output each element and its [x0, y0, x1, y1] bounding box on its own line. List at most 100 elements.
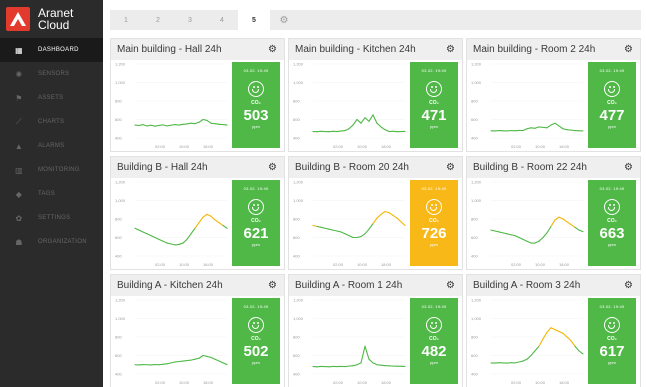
co2-line-segment	[154, 236, 160, 240]
tab-3[interactable]: 3	[174, 10, 206, 30]
y-tick-label: 600	[293, 117, 300, 122]
sidebar-item-organization[interactable]: ☗ ORGANIZATION	[0, 230, 103, 254]
co2-line-segment	[558, 125, 564, 130]
tab-2[interactable]: 2	[142, 10, 174, 30]
co2-line-segment	[142, 231, 148, 235]
y-tick-label: 800	[293, 99, 300, 104]
co2-label: CO₂	[429, 336, 439, 342]
reading-time: 03.02. 19:49	[599, 186, 625, 191]
card-settings-gear-icon[interactable]: ⚙	[624, 44, 633, 55]
co2-unit: ppm	[430, 124, 438, 129]
card-settings-gear-icon[interactable]: ⚙	[624, 162, 633, 173]
tabs-settings-gear-icon[interactable]: ⚙	[270, 10, 298, 30]
sidebar-item-label: SENSORS	[38, 71, 70, 77]
card-header: Building B - Room 20 24h ⚙	[289, 157, 462, 178]
co2-reading-tile[interactable]: 03.02. 19:49 CO₂ 502 ppm	[232, 298, 280, 384]
y-tick-label: 600	[471, 353, 478, 358]
co2-reading-tile[interactable]: 03.02. 19:49 CO₂ 471 ppm	[410, 62, 458, 148]
card-settings-gear-icon[interactable]: ⚙	[446, 162, 455, 173]
co2-line-segment	[194, 121, 200, 125]
sidebar-item-charts[interactable]: ⟋ CHARTS	[0, 110, 103, 134]
card-body: 1,200 1,000 800 600 400 02:00 10:00 18:00 03.02.…	[289, 178, 462, 270]
co2-line-segment	[364, 228, 370, 235]
co2-label: CO₂	[251, 218, 261, 224]
co2-line-segment	[498, 231, 504, 234]
co2-line-segment	[336, 230, 342, 233]
sensor-card[interactable]: Main building - Hall 24h ⚙ 1,200 1,000 800 60…	[110, 38, 285, 152]
co2-line-segment	[138, 124, 144, 127]
brand-name: Aranet Cloud	[38, 7, 73, 31]
card-settings-gear-icon[interactable]: ⚙	[268, 280, 277, 291]
co2-line-segment	[574, 226, 580, 231]
co2-line-segment	[514, 235, 520, 239]
card-settings-gear-icon[interactable]: ⚙	[446, 44, 455, 55]
co2-chart: 1,200 1,000 800 600 400 02:00 10:00 18:00	[111, 60, 231, 152]
sensor-card[interactable]: Building A - Room 3 24h ⚙ 1,200 1,000 800 600…	[466, 274, 641, 387]
sidebar-item-sensors[interactable]: ✺ SENSORS	[0, 62, 103, 86]
y-tick-label: 600	[115, 235, 122, 240]
co2-line-segment	[570, 340, 576, 347]
tab-1[interactable]: 1	[110, 10, 142, 30]
co2-chart-svg: 1,200 1,000 800 600 400 02:00 10:00 18:00	[115, 180, 228, 267]
co2-value: 663	[599, 225, 625, 242]
co2-line-segment	[376, 213, 382, 219]
co2-reading-tile[interactable]: 03.02. 19:49 CO₂ 621 ppm	[232, 180, 280, 266]
co2-line-segment	[546, 327, 552, 333]
x-tick-label: 18:00	[203, 144, 214, 149]
sidebar-item-alarms[interactable]: ▲ ALARMS	[0, 134, 103, 158]
tab-4[interactable]: 4	[206, 10, 238, 30]
co2-unit: ppm	[430, 242, 438, 247]
x-tick-label: 18:00	[559, 380, 570, 385]
sidebar-item-label: SETTINGS	[38, 215, 71, 221]
co2-line-segment	[186, 122, 192, 125]
sidebar-item-settings[interactable]: ✿ SETTINGS	[0, 206, 103, 230]
sensor-card[interactable]: Building A - Room 1 24h ⚙ 1,200 1,000 800 600…	[288, 274, 463, 387]
sensor-card[interactable]: Building B - Room 20 24h ⚙ 1,200 1,000 800 60…	[288, 156, 463, 270]
tab-5[interactable]: 5	[238, 10, 270, 30]
y-tick-label: 1,000	[471, 80, 482, 85]
brand-line2: Cloud	[38, 18, 70, 32]
smiley-face-icon	[248, 81, 264, 97]
co2-line-segment	[202, 213, 208, 218]
co2-line-segment	[348, 235, 354, 239]
card-settings-gear-icon[interactable]: ⚙	[268, 162, 277, 173]
sidebar-item-monitoring[interactable]: ▥ MONITORING	[0, 158, 103, 182]
dashboard-icon: ▦	[15, 45, 23, 55]
co2-line-segment	[134, 227, 140, 231]
co2-line-segment	[150, 235, 156, 239]
co2-line-segment	[384, 129, 390, 133]
co2-chart: 1,200 1,000 800 600 400 02:00 10:00 18:00	[111, 296, 231, 387]
y-tick-label: 800	[293, 335, 300, 340]
co2-line-segment	[198, 354, 204, 359]
sensor-card[interactable]: Main building - Room 2 24h ⚙ 1,200 1,000 800…	[466, 38, 641, 152]
co2-chart-svg: 1,200 1,000 800 600 400 02:00 10:00 18:00	[471, 298, 584, 385]
sidebar-item-label: CHARTS	[38, 119, 65, 125]
co2-line-segment	[550, 219, 556, 227]
co2-reading-tile[interactable]: 03.02. 19:49 CO₂ 482 ppm	[410, 298, 458, 384]
card-settings-gear-icon[interactable]: ⚙	[268, 44, 277, 55]
co2-reading-tile[interactable]: 03.02. 19:49 CO₂ 726 ppm	[410, 180, 458, 266]
sidebar-item-dashboard[interactable]: ▦ DASHBOARD	[0, 38, 103, 62]
card-body: 1,200 1,000 800 600 400 02:00 10:00 18:00 03.02.…	[111, 178, 284, 270]
x-tick-label: 18:00	[203, 380, 214, 385]
x-tick-label: 10:00	[357, 144, 368, 149]
co2-reading-tile[interactable]: 03.02. 19:49 CO₂ 617 ppm	[588, 298, 636, 384]
sidebar-item-tags[interactable]: ◆ TAGS	[0, 182, 103, 206]
co2-line-segment	[166, 124, 172, 127]
co2-value: 477	[599, 107, 625, 124]
co2-line-segment	[190, 358, 196, 361]
co2-reading-tile[interactable]: 03.02. 19:49 CO₂ 663 ppm	[588, 180, 636, 266]
card-title: Building A - Kitchen 24h	[117, 280, 223, 291]
co2-reading-tile[interactable]: 03.02. 19:49 CO₂ 503 ppm	[232, 62, 280, 148]
card-settings-gear-icon[interactable]: ⚙	[446, 280, 455, 291]
sensor-card[interactable]: Building A - Kitchen 24h ⚙ 1,200 1,000 800 60…	[110, 274, 285, 387]
co2-reading-tile[interactable]: 03.02. 19:49 CO₂ 477 ppm	[588, 62, 636, 148]
brand-logo[interactable]: Aranet Cloud	[0, 0, 103, 38]
card-settings-gear-icon[interactable]: ⚙	[624, 280, 633, 291]
co2-chart: 1,200 1,000 800 600 400 02:00 10:00 18:00	[467, 60, 587, 152]
co2-value: 503	[243, 107, 269, 124]
sensor-card[interactable]: Building B - Hall 24h ⚙ 1,200 1,000 800 600 40…	[110, 156, 285, 270]
sensor-card[interactable]: Building B - Room 22 24h ⚙ 1,200 1,000 800 60…	[466, 156, 641, 270]
sidebar-item-assets[interactable]: ⚑ ASSETS	[0, 86, 103, 110]
sensor-card[interactable]: Main building - Kitchen 24h ⚙ 1,200 1,000 80…	[288, 38, 463, 152]
